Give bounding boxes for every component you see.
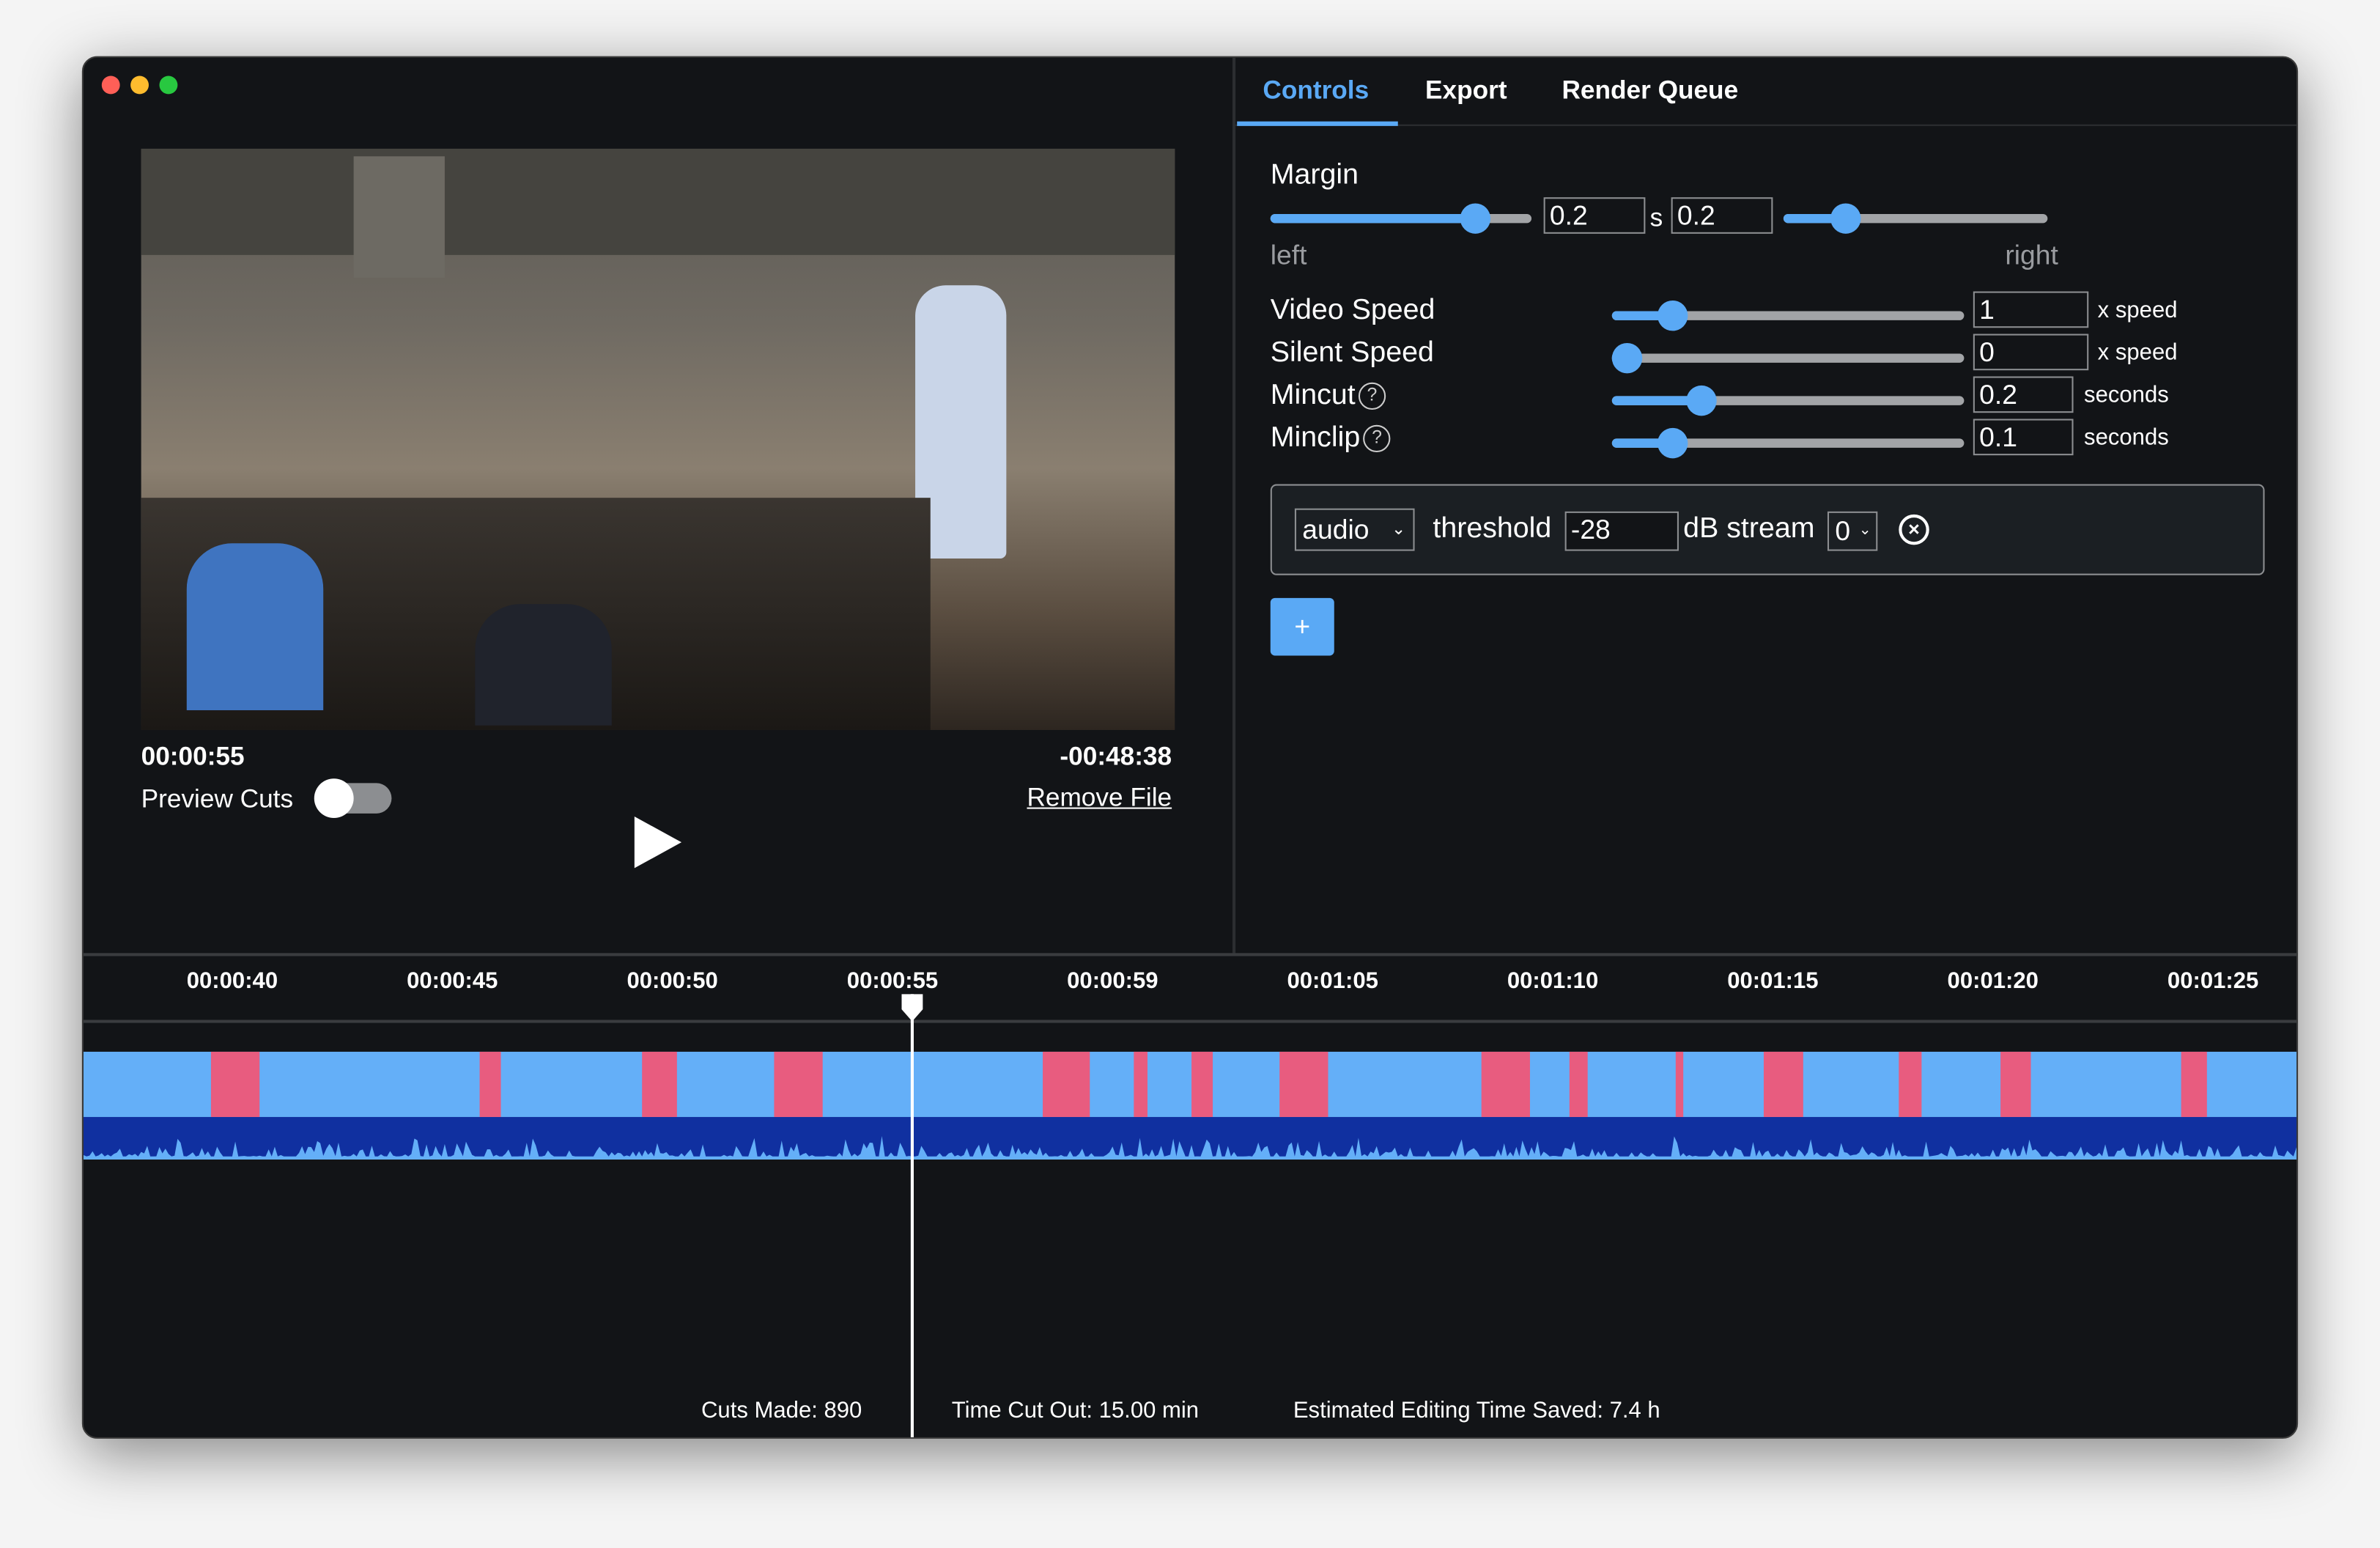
close-window-button[interactable] [101, 75, 120, 95]
slider-knob[interactable] [1830, 203, 1861, 234]
timeline-tick: 00:01:25 [2167, 968, 2259, 995]
slider-knob[interactable] [1657, 300, 1688, 331]
cut-segment[interactable] [1279, 1051, 1328, 1117]
timeline-tick: 00:00:50 [627, 968, 718, 995]
tab-controls[interactable]: Controls [1263, 76, 1369, 106]
cut-segment[interactable] [478, 1051, 501, 1117]
minclip-input[interactable]: 0.1 [1973, 419, 2074, 456]
margin-right-input[interactable]: 0.2 [1671, 197, 1773, 234]
chevron-down-icon: ⌄ [1392, 520, 1406, 539]
cut-track[interactable] [83, 1051, 2297, 1117]
margin-left-input[interactable]: 0.2 [1543, 197, 1646, 234]
timeline-ruler-border [83, 1020, 2297, 1023]
cuts-made: Cuts Made: 890 [701, 1398, 862, 1424]
silent-speed-slider[interactable] [1611, 342, 1965, 374]
margin-label: Margin [1270, 159, 1359, 191]
method-select[interactable]: audio ⌄ [1294, 508, 1415, 551]
cut-segment[interactable] [1042, 1051, 1091, 1117]
cut-segment[interactable] [2000, 1051, 2032, 1117]
video-speed-slider[interactable] [1611, 300, 1965, 331]
timeline-tick: 00:01:05 [1287, 968, 1378, 995]
cut-segment[interactable] [1570, 1051, 1588, 1117]
silent-speed-input[interactable]: 0 [1973, 333, 2089, 371]
threshold-input[interactable]: -28 [1564, 511, 1679, 551]
cut-segment[interactable] [773, 1051, 822, 1117]
threshold-label: threshold [1433, 512, 1552, 545]
tab-export[interactable]: Export [1425, 76, 1507, 106]
timeline-tick: 00:00:40 [186, 968, 278, 995]
cut-segment[interactable] [1675, 1051, 1685, 1117]
timeline-tick: 00:01:10 [1507, 968, 1599, 995]
mincut-label: Mincut? [1271, 380, 1386, 413]
remaining-time: -00:48:38 [1060, 742, 1172, 771]
mincut-unit: seconds [2084, 382, 2169, 408]
minclip-label: Minclip? [1271, 422, 1391, 456]
zoom-window-button[interactable] [159, 75, 178, 95]
timeline-tick: 00:01:20 [1947, 968, 2039, 995]
slider-fill [1270, 213, 1491, 224]
slider-knob[interactable] [1611, 342, 1643, 374]
margin-right-slider[interactable] [1783, 203, 2048, 234]
remove-method-icon[interactable]: × [1899, 514, 1929, 545]
video-speed-input[interactable]: 1 [1973, 291, 2089, 328]
chevron-down-icon: ⌄ [1858, 522, 1872, 539]
tab-bar: Controls Export Render Queue [1235, 58, 2297, 126]
timeline-tick: 00:00:55 [846, 968, 939, 995]
active-tab-indicator [1237, 121, 1398, 126]
cut-segment[interactable] [1482, 1051, 1531, 1117]
db-stream-label: dB stream [1683, 512, 1815, 545]
timeline-tick: 00:00:45 [407, 968, 498, 995]
slider-knob[interactable] [1685, 385, 1717, 416]
edit-method-box: audio ⌄ threshold -28 dB stream 0 ⌄ × [1270, 484, 2265, 575]
panel-divider [1232, 57, 1236, 955]
minclip-slider[interactable] [1611, 427, 1965, 459]
playhead[interactable] [901, 994, 923, 1437]
preview-cuts-toggle[interactable] [314, 778, 392, 819]
cut-segment[interactable] [641, 1051, 677, 1117]
remove-file-link[interactable]: Remove File [1027, 783, 1172, 813]
tab-render-queue[interactable]: Render Queue [1562, 76, 1738, 106]
margin-right-caption: right [2005, 240, 2058, 270]
margin-left-slider[interactable] [1270, 203, 1532, 234]
cut-segment[interactable] [1899, 1051, 1922, 1117]
preview-cuts-label: Preview Cuts [141, 784, 294, 814]
current-time: 00:00:55 [141, 742, 245, 771]
help-icon[interactable]: ? [1363, 424, 1391, 453]
play-icon[interactable] [632, 815, 683, 870]
audio-waveform[interactable] [83, 1116, 2298, 1160]
help-icon[interactable]: ? [1358, 382, 1386, 410]
add-method-button[interactable]: + [1270, 597, 1334, 656]
margin-left-caption: left [1270, 240, 1307, 270]
cut-segment[interactable] [2181, 1051, 2208, 1117]
mincut-slider[interactable] [1611, 385, 1965, 416]
slider-knob[interactable] [1657, 427, 1688, 459]
slider-knob[interactable] [1459, 203, 1490, 234]
cut-segment[interactable] [1134, 1051, 1148, 1117]
cut-segment[interactable] [210, 1051, 259, 1117]
minimize-window-button[interactable] [130, 75, 149, 95]
timeline-tick: 00:01:15 [1727, 968, 1819, 995]
editing-time-saved: Estimated Editing Time Saved: 7.4 h [1293, 1398, 1660, 1424]
video-speed-unit: x speed [2097, 297, 2178, 324]
time-cut-out: Time Cut Out: 15.00 min [951, 1398, 1200, 1424]
video-speed-label: Video Speed [1270, 294, 1435, 327]
playhead-handle-icon[interactable] [901, 994, 923, 1022]
mincut-input[interactable]: 0.2 [1973, 376, 2074, 413]
app-window: 00:00:55 -00:48:38 Preview Cuts Remove F… [81, 56, 2299, 1439]
silent-speed-label: Silent Speed [1270, 336, 1434, 369]
silent-speed-unit: x speed [2097, 339, 2178, 366]
video-preview[interactable] [141, 148, 1175, 730]
cut-segment[interactable] [1763, 1051, 1803, 1117]
timeline-top-border [83, 953, 2297, 957]
cut-segment[interactable] [1191, 1051, 1214, 1117]
stream-select[interactable]: 0 ⌄ [1827, 511, 1878, 551]
margin-unit: s [1649, 203, 1663, 232]
timeline-tick: 00:00:59 [1067, 968, 1158, 995]
minclip-unit: seconds [2084, 424, 2169, 451]
